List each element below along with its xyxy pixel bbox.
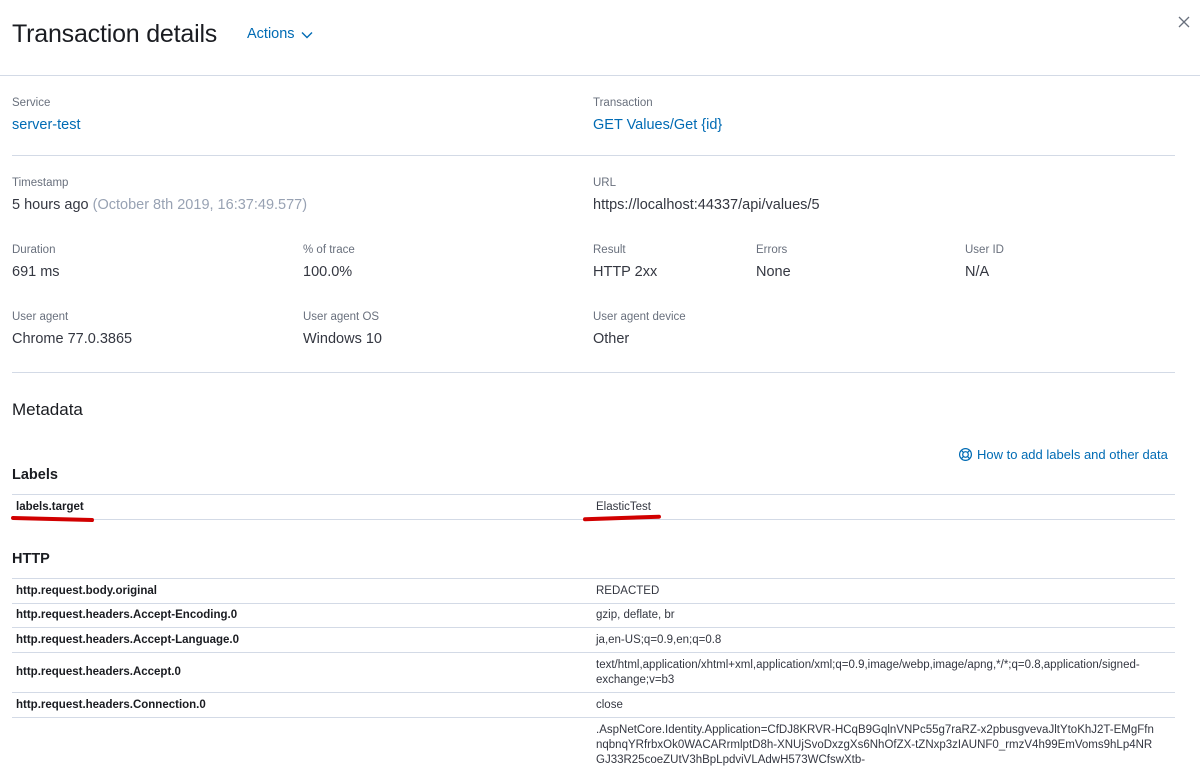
metadata-title: Metadata <box>12 400 83 419</box>
help-link-label: How to add labels and other data <box>977 447 1168 462</box>
user-agent-label: User agent <box>12 311 69 323</box>
table-row: .AspNetCore.Identity.Application=CfDJ8KR… <box>12 717 1175 766</box>
transaction-link[interactable]: GET Values/Get {id} <box>593 117 722 133</box>
user-agent-os-label: User agent OS <box>303 311 380 323</box>
labels-target-key: labels.target <box>12 494 592 520</box>
user-agent-device-value: Other <box>593 331 630 347</box>
user-id-value: N/A <box>965 264 990 280</box>
result-label: Result <box>593 244 626 256</box>
table-cell-value: text/html,application/xhtml+xml,applicat… <box>592 652 1175 693</box>
timestamp-label: Timestamp <box>12 177 69 189</box>
table-cell-key: http.request.headers.Accept-Language.0 <box>12 627 592 653</box>
help-link[interactable]: How to add labels and other data <box>958 447 1168 462</box>
table-cell-key: http.request.headers.Accept.0 <box>12 652 592 693</box>
help-icon <box>958 447 973 462</box>
flyout-title: Transaction details <box>12 20 218 48</box>
result-value: HTTP 2xx <box>593 264 658 280</box>
duration-value: 691 ms <box>12 264 60 280</box>
table-cell-value: gzip, deflate, br <box>592 603 1175 628</box>
chevron-down-icon <box>301 32 313 39</box>
table-cell-key: http.request.body.original <box>12 578 592 604</box>
duration-label: Duration <box>12 244 56 256</box>
table-row: http.request.body.original REDACTED <box>12 578 1175 604</box>
table-cell-value: ja,en-US;q=0.9,en;q=0.8 <box>592 627 1175 653</box>
user-id-label: User ID <box>965 244 1004 256</box>
percent-of-trace-value: 100.0% <box>303 264 353 280</box>
table-row: http.request.headers.Accept.0 text/html,… <box>12 652 1175 693</box>
timestamp-value: 5 hours ago (October 8th 2019, 16:37:49.… <box>12 197 307 213</box>
percent-of-trace-label: % of trace <box>303 244 355 256</box>
user-agent-device-label: User agent device <box>593 311 686 323</box>
user-agent-value: Chrome 77.0.3865 <box>12 331 133 347</box>
labels-target-value: ElasticTest <box>592 494 1175 520</box>
table-row: http.request.headers.Accept-Encoding.0 g… <box>12 603 1175 628</box>
flyout-header: Transaction details Actions <box>0 0 1200 76</box>
url-value: https://localhost:44337/api/values/5 <box>593 197 820 213</box>
user-agent-os-value: Windows 10 <box>303 331 382 347</box>
labels-section-title: Labels <box>12 467 58 483</box>
actions-label: Actions <box>247 26 295 42</box>
url-label: URL <box>593 177 617 189</box>
timestamp-absolute: (October 8th 2019, 16:37:49.577) <box>92 197 308 213</box>
close-icon[interactable] <box>1177 15 1191 29</box>
service-link[interactable]: server-test <box>12 117 81 133</box>
divider <box>12 372 1175 373</box>
table-row: labels.target ElasticTest <box>12 494 1175 520</box>
divider <box>12 155 1175 156</box>
table-row: http.request.headers.Accept-Language.0 j… <box>12 627 1175 653</box>
timestamp-relative: 5 hours ago <box>12 197 89 213</box>
errors-label: Errors <box>756 244 788 256</box>
table-cell-key <box>12 717 592 766</box>
errors-value: None <box>756 264 791 280</box>
http-table: http.request.body.original REDACTED http… <box>12 578 1175 766</box>
table-cell-key: http.request.headers.Accept-Encoding.0 <box>12 603 592 628</box>
actions-menu-button[interactable]: Actions <box>247 26 313 42</box>
transaction-label: Transaction <box>593 97 653 109</box>
table-cell-value: close <box>592 692 1175 718</box>
table-row: http.request.headers.Connection.0 close <box>12 692 1175 718</box>
table-cell-value: .AspNetCore.Identity.Application=CfDJ8KR… <box>592 717 1175 766</box>
service-label: Service <box>12 97 51 109</box>
table-cell-value: REDACTED <box>592 578 1175 604</box>
http-section-title: HTTP <box>12 551 50 567</box>
annotation-underline <box>10 515 95 523</box>
table-cell-key: http.request.headers.Connection.0 <box>12 692 592 718</box>
